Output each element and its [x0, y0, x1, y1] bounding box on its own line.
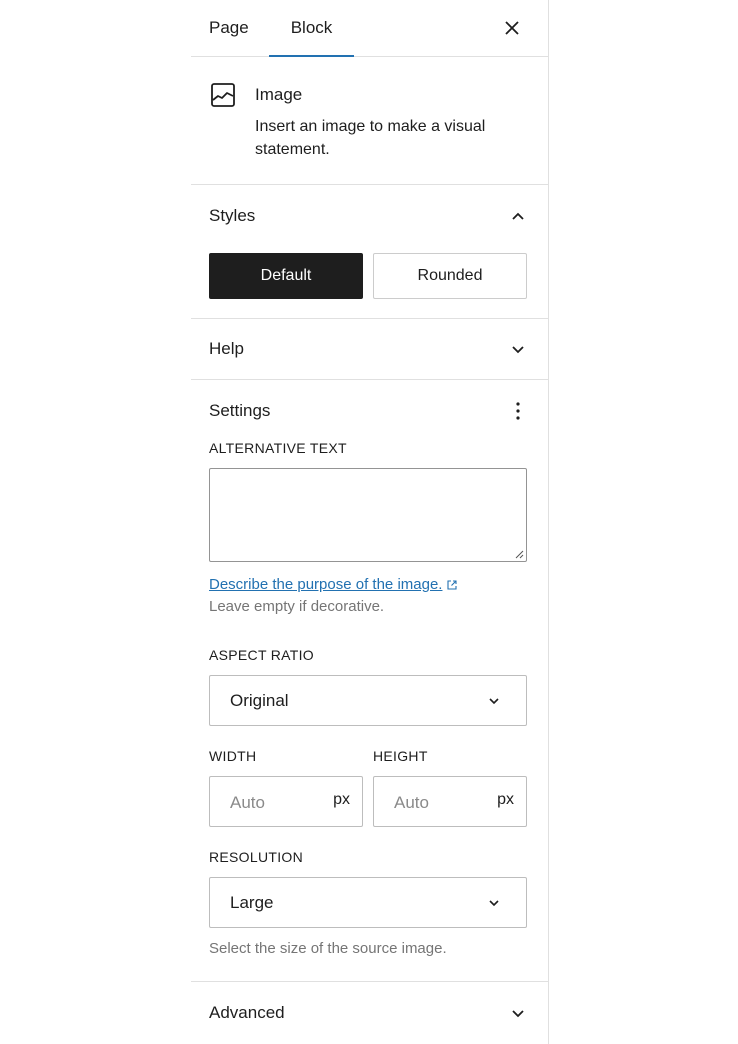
- height-label: HEIGHT: [373, 748, 428, 764]
- block-inspector-sidebar: Page Block Image Insert an image to make…: [191, 0, 549, 1044]
- more-vertical-icon: [516, 402, 520, 420]
- alt-text-hint: Leave empty if decorative.: [209, 598, 385, 615]
- describe-purpose-link-text: Describe the purpose of the image.: [209, 576, 443, 593]
- advanced-panel: Advanced: [191, 982, 548, 1044]
- chevron-down-icon: [482, 891, 506, 915]
- sidebar-tabs: Page Block: [191, 0, 548, 57]
- block-card-content: Image Insert an image to make a visual s…: [255, 81, 525, 160]
- external-link-icon: [447, 579, 458, 590]
- width-field: WIDTH Auto px: [209, 748, 363, 827]
- resize-handle-icon[interactable]: [514, 549, 524, 559]
- block-title: Image: [255, 85, 303, 104]
- resolution-select[interactable]: Large: [209, 877, 527, 928]
- chevron-up-icon: [506, 204, 530, 228]
- height-field: HEIGHT Auto px: [373, 748, 527, 827]
- help-panel-toggle[interactable]: Help: [209, 319, 530, 379]
- help-panel-title: Help: [209, 339, 244, 358]
- aspect-ratio-select[interactable]: Original: [209, 675, 527, 726]
- aspect-ratio-label: ASPECT RATIO: [209, 647, 314, 663]
- height-unit: px: [497, 790, 514, 808]
- tab-page[interactable]: Page: [191, 0, 269, 56]
- width-placeholder: Auto: [230, 793, 265, 812]
- alt-text-input[interactable]: [209, 468, 527, 562]
- advanced-panel-toggle[interactable]: Advanced: [209, 982, 530, 1044]
- aspect-ratio-value: Original: [230, 690, 289, 710]
- width-unit: px: [333, 790, 350, 808]
- alt-text-label: ALTERNATIVE TEXT: [209, 440, 347, 456]
- style-options: Default Rounded: [209, 253, 530, 299]
- settings-panel-header: Settings: [209, 380, 530, 442]
- style-default-button[interactable]: Default: [209, 253, 363, 299]
- resolution-hint: Select the size of the source image.: [209, 940, 447, 957]
- styles-panel-title: Styles: [209, 206, 256, 225]
- tab-block[interactable]: Block: [269, 0, 354, 57]
- settings-panel-title: Settings: [209, 401, 271, 420]
- chevron-down-icon: [506, 1001, 530, 1025]
- settings-panel: Settings ALTERNATIVE TEXT Describe the p…: [191, 380, 548, 982]
- settings-options-button[interactable]: [506, 399, 530, 423]
- chevron-down-icon: [506, 337, 530, 361]
- resolution-value: Large: [230, 892, 274, 912]
- height-input[interactable]: Auto px: [373, 776, 527, 827]
- advanced-panel-title: Advanced: [209, 1003, 285, 1022]
- block-card: Image Insert an image to make a visual s…: [191, 57, 548, 185]
- style-rounded-button[interactable]: Rounded: [373, 253, 527, 299]
- help-panel: Help: [191, 319, 548, 380]
- block-description: Insert an image to make a visual stateme…: [255, 118, 486, 158]
- chevron-down-icon: [482, 689, 506, 713]
- styles-panel: Styles Default Rounded: [191, 185, 548, 319]
- describe-purpose-link[interactable]: Describe the purpose of the image.: [209, 576, 458, 593]
- resolution-label: RESOLUTION: [209, 849, 304, 865]
- close-sidebar-button[interactable]: [498, 14, 526, 42]
- close-icon: [505, 21, 519, 35]
- image-icon: [211, 83, 235, 107]
- width-input[interactable]: Auto px: [209, 776, 363, 827]
- height-placeholder: Auto: [394, 793, 429, 812]
- dimensions-row: WIDTH Auto px HEIGHT Auto px: [209, 748, 530, 827]
- styles-panel-toggle[interactable]: Styles: [209, 185, 530, 247]
- width-label: WIDTH: [209, 748, 257, 764]
